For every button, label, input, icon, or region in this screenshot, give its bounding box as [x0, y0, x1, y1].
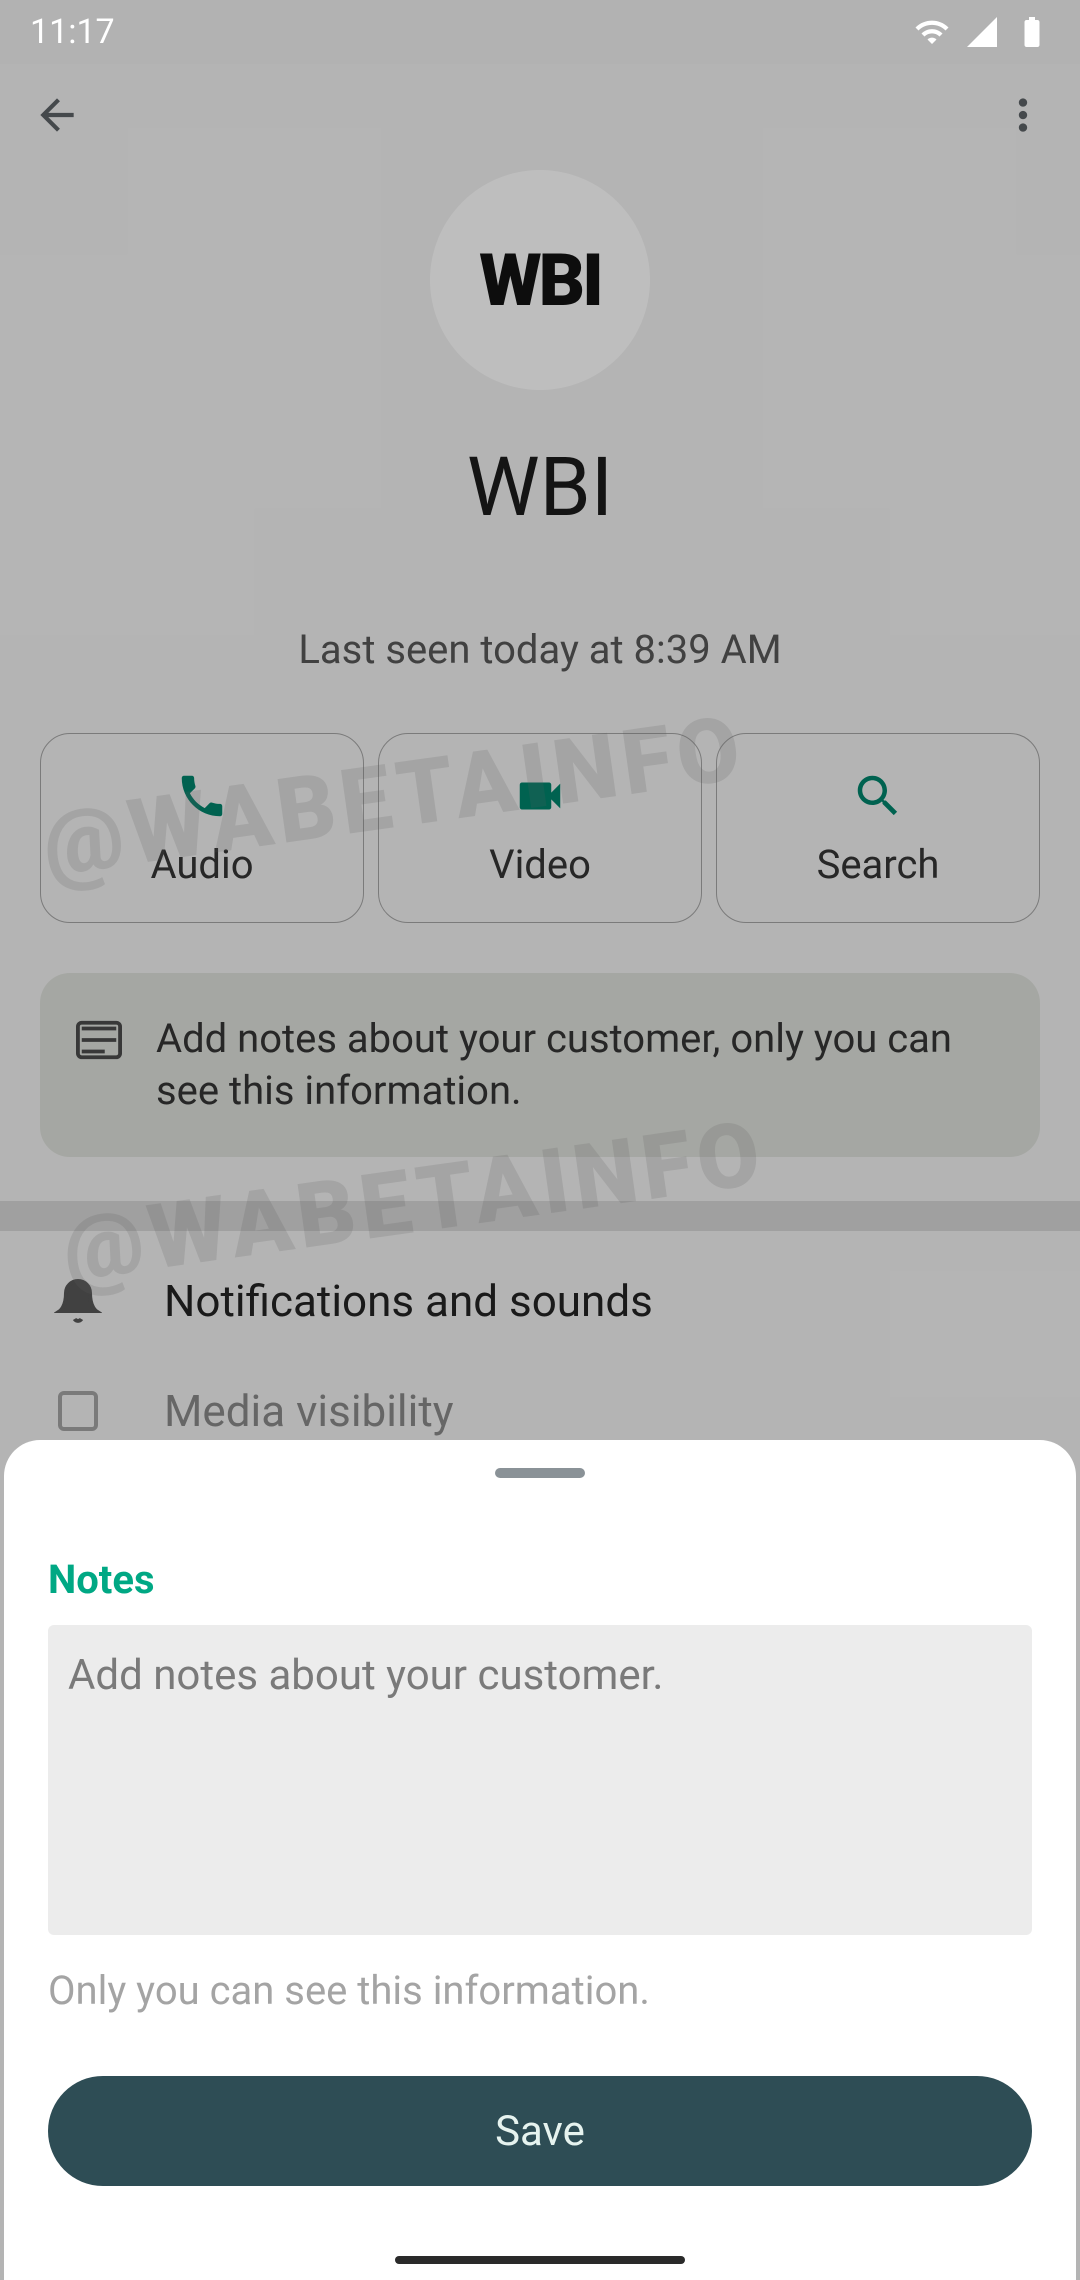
sheet-title: Notes [48, 1556, 1032, 1603]
notes-input[interactable] [48, 1625, 1032, 1935]
signal-icon [964, 14, 1000, 50]
sheet-subtext: Only you can see this information. [48, 1967, 1032, 2014]
status-icons [914, 14, 1050, 50]
drag-handle[interactable] [495, 1468, 585, 1478]
save-button[interactable]: Save [48, 2076, 1032, 2186]
gesture-bar[interactable] [395, 2256, 685, 2264]
notes-bottom-sheet: Notes Only you can see this information.… [4, 1440, 1076, 2280]
battery-icon [1014, 14, 1050, 50]
status-bar: 11:17 [0, 0, 1080, 64]
wifi-icon [914, 14, 950, 50]
status-time: 11:17 [30, 12, 115, 52]
